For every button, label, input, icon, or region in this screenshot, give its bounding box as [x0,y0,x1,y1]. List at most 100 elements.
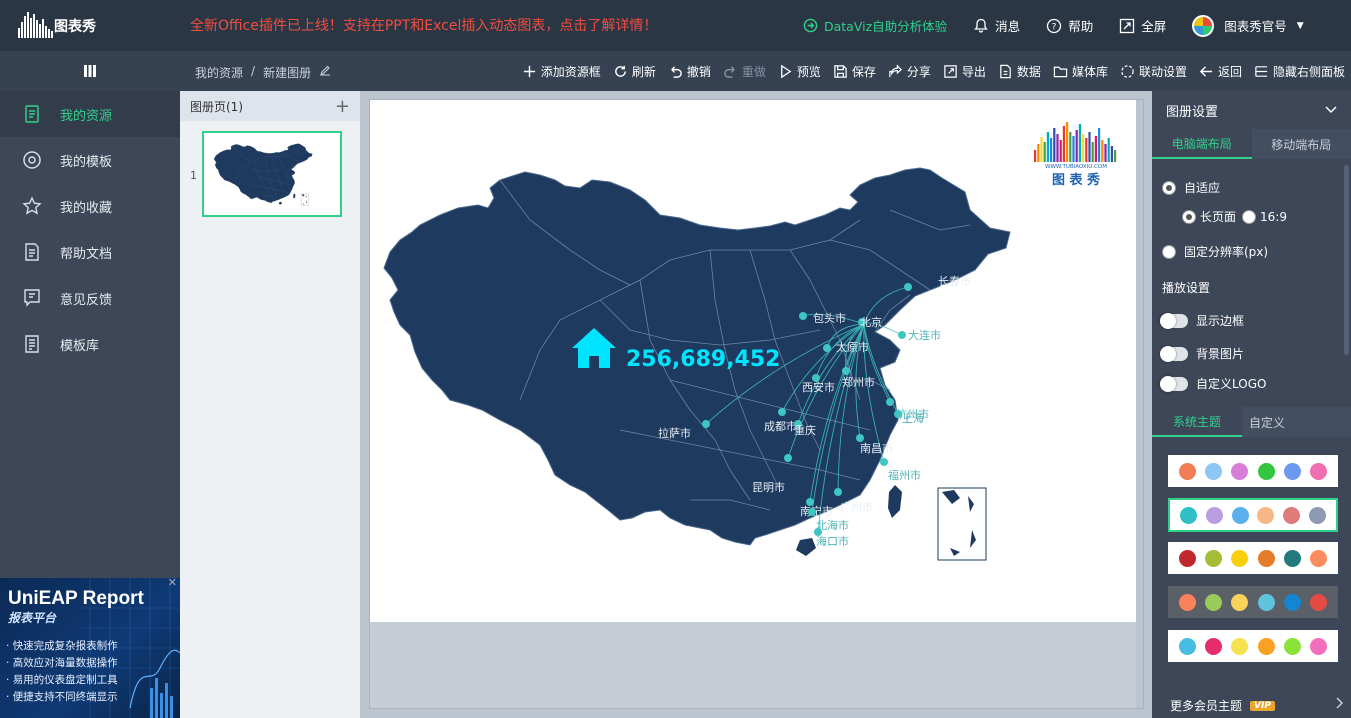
toolbar-button-plus[interactable]: 添加资源框 [522,63,601,80]
brand-bar [1040,137,1043,162]
toolbar-button-data[interactable]: 数据 [998,63,1041,80]
toolbar-button-back[interactable]: 返回 [1199,63,1242,80]
tab-spacer [1292,407,1351,437]
theme-option-2[interactable] [1168,498,1338,532]
announcement-link[interactable]: 全新Office插件已上线！支持在PPT和Excel插入动态图表，点击了解详情！ [190,15,657,35]
collapse-menu-button[interactable] [0,51,180,91]
add-page-button[interactable]: + [335,96,350,117]
show-border-switch[interactable] [1160,312,1188,329]
toolbar-button-refresh[interactable]: 刷新 [613,63,656,80]
page-thumbnail[interactable] [202,131,342,217]
toolbar-button-save[interactable]: 保存 [833,63,876,80]
tab-mobile-layout[interactable]: 移动端布局 [1251,129,1351,159]
sidebar-item-document[interactable]: 帮助文档 [0,229,180,275]
city-point[interactable] [799,312,807,320]
theme-option-3[interactable] [1168,542,1338,574]
city-point[interactable] [898,331,906,339]
toolbar-button-redo[interactable]: 重做 [723,63,766,80]
theme-color-swatch [1204,549,1222,567]
toolbar-button-link[interactable]: 联动设置 [1120,63,1187,80]
edit-icon[interactable] [319,64,331,76]
fixed-resolution-option[interactable]: 固定分辨率(px) [1162,243,1268,260]
city-point[interactable] [784,454,792,462]
ad-title: UniEAP Report [8,588,144,609]
ad-close-button[interactable]: ✕ [168,578,177,589]
city-point[interactable] [894,410,902,418]
chevron-down-icon: ▼ [1296,20,1304,31]
adaptive-radio[interactable] [1162,180,1176,195]
export-icon [944,64,957,78]
plus-icon [523,65,535,77]
logo-bars-icon [18,12,53,38]
fullscreen-button[interactable]: 全屏 [1119,16,1166,35]
toolbar-button-folder[interactable]: 媒体库 [1053,63,1108,80]
toolbar-button-label: 预览 [796,64,821,79]
theme-tabs: 系统主题 自定义 [1152,407,1351,437]
city-label: 北京 [860,315,882,329]
ad-banner[interactable]: ✕ UniEAP Report 报表平台 · 快速完成复杂报表制作 · 高效应对海… [0,578,180,718]
city-point[interactable] [886,398,894,406]
dataviz-link[interactable]: DataViz自助分析体验 [803,16,947,35]
breadcrumb-root[interactable]: 我的资源 [195,64,243,81]
tab-system-theme[interactable]: 系统主题 [1152,407,1242,437]
fixed-resolution-radio[interactable] [1162,244,1176,259]
tab-custom-theme[interactable]: 自定义 [1242,407,1292,437]
sidebar-item-feedback[interactable]: 意见反馈 [0,275,180,321]
toolbar-button-label: 数据 [1016,64,1041,79]
left-sidebar: 我的资源 我的模板 我的收藏 帮助文档意见反馈模板库 ✕ UniEAP Report … [0,91,180,718]
city-point[interactable] [778,408,786,416]
settings-header[interactable]: 图册设置 [1152,91,1351,129]
theme-option-5[interactable] [1168,630,1338,662]
toolbar-button-share[interactable]: 分享 [888,63,931,80]
city-point[interactable] [904,283,912,291]
sidebar-item-star[interactable]: 我的收藏 [0,183,180,229]
link-icon [1121,64,1134,78]
bullet: · [6,657,13,669]
bg-image-toggle[interactable]: 背景图片 [1160,345,1244,362]
city-label: 南昌市 [860,441,893,455]
toolbar-button-undo[interactable]: 撤销 [668,63,711,80]
help-button[interactable]: ? 帮助 [1046,16,1093,35]
sidebar-item-library[interactable]: 模板库 [0,321,180,367]
city-point[interactable] [702,420,710,428]
show-border-toggle[interactable]: 显示边框 [1160,312,1244,329]
brand-bar [1053,128,1056,162]
canvas[interactable]: 长春市 包头市 北京 大连市 太原市 郑州市 西安市 杭州市 上海 成都市 重庆 拉萨市 南昌市 福州市昆… [370,100,1136,622]
sidebar-item-label: 意见反馈 [60,292,113,308]
sidebar-item-resource[interactable]: 我的资源 [0,91,180,137]
tab-desktop-layout[interactable]: 电脑端布局 [1152,129,1252,159]
logo[interactable]: 图表秀 [18,10,130,40]
messages-button[interactable]: 消息 [973,16,1020,35]
theme-color-swatch [1178,549,1196,567]
account-menu[interactable]: 图表秀官号 ▼ [1192,14,1304,37]
ratio-radio[interactable] [1242,209,1257,224]
custom-logo-switch[interactable] [1160,375,1188,392]
city-point[interactable] [880,458,888,466]
city-point[interactable] [834,488,842,496]
more-themes-link[interactable]: 更多会员主题 VIP [1170,697,1275,714]
long-page-radio[interactable] [1182,209,1196,224]
thumbnail-map-preview [213,143,313,206]
breadcrumb-current[interactable]: 新建图册 [263,64,311,81]
adaptive-option[interactable]: 自适应 [1162,179,1220,196]
city-point[interactable] [823,344,831,352]
panel-scrollbar[interactable] [1344,165,1349,355]
sidebar-item-template[interactable]: 我的模板 [0,137,180,183]
city-point[interactable] [842,367,850,375]
chevron-right-icon[interactable] [1336,697,1344,709]
document-icon [25,243,39,261]
adaptive-label: 自适应 [1184,181,1221,195]
custom-logo-toggle[interactable]: 自定义LOGO [1160,375,1266,392]
share-icon [889,63,902,77]
theme-option-4[interactable] [1168,586,1338,618]
toolbar-button-panel[interactable]: 隐藏右侧面板 [1254,63,1345,80]
help-label: 帮助 [1068,19,1094,34]
theme-option-1[interactable] [1168,455,1338,487]
brand-bar [1062,126,1065,162]
city-point[interactable] [856,434,864,442]
china-map-chart[interactable]: 长春市包头市 北京大连市太原市郑州市西安市杭州市上海成都市重庆拉萨市南昌市福州市昆… [370,100,1136,622]
toolbar-button-export[interactable]: 导出 [943,63,986,80]
city-point[interactable] [808,508,816,516]
bg-image-switch[interactable] [1160,345,1188,362]
toolbar-button-play[interactable]: 预览 [778,63,821,80]
